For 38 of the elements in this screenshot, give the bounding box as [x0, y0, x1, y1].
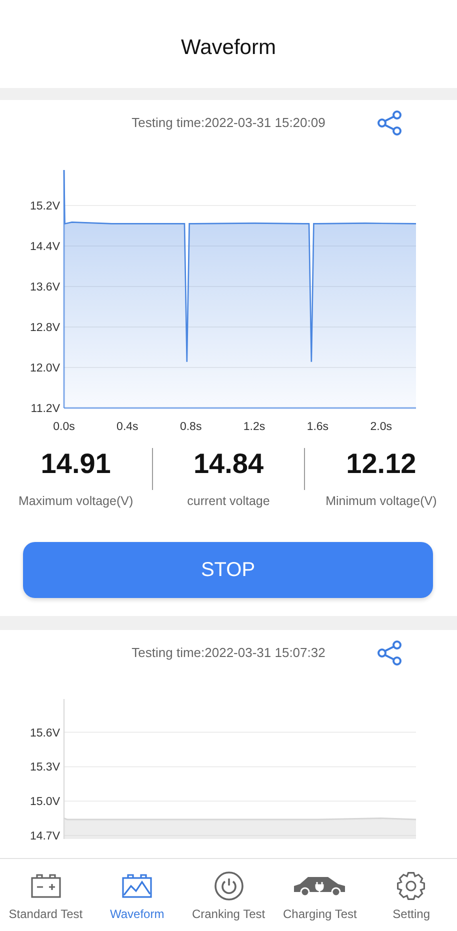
tick-label: 0.0s — [53, 421, 75, 433]
tick-label: 14.7V — [30, 830, 60, 843]
voltage-label: Maximum voltage(V) — [18, 493, 134, 510]
tick-label: 0.8s — [180, 421, 202, 433]
nav-tab[interactable]: Standard Test — [0, 859, 92, 931]
nav-tab[interactable]: Charging Test — [274, 859, 366, 931]
voltage-value: 14.91 — [40, 450, 111, 478]
share-icon[interactable] — [377, 110, 403, 136]
testing-time: Testing time:2022-03-31 15:07:32 — [132, 644, 326, 662]
tick-label: 12.8V — [30, 322, 60, 334]
tick-label: 14.4V — [30, 240, 60, 253]
voltage-label: current voltage — [187, 493, 270, 510]
voltage-value: 14.84 — [193, 450, 264, 478]
tick-label: 15.2V — [30, 200, 60, 212]
tick-label: 12.0V — [30, 362, 60, 374]
battery-icon — [30, 872, 62, 900]
voltage-value: 12.12 — [346, 450, 416, 478]
power-icon — [214, 871, 244, 901]
tick-label: 0.4s — [116, 421, 138, 433]
tick-label: 11.2V — [30, 403, 60, 415]
tick-label: 15.6V — [30, 727, 60, 740]
tick-label: 1.2s — [243, 421, 266, 433]
car-icon — [292, 874, 348, 898]
tick-label: 13.6V — [30, 281, 60, 294]
tick-label: 1.6s — [306, 421, 329, 433]
settings-icon — [396, 871, 426, 901]
testing-time: Testing time:2022-03-31 15:20:09 — [132, 114, 326, 132]
tick-label: 2.0s — [370, 421, 392, 433]
tick-label: 15.3V — [30, 762, 60, 774]
tick-label: 15.0V — [30, 796, 60, 808]
voltage-label: Minimum voltage(V) — [326, 493, 437, 510]
page-title: Waveform — [181, 35, 276, 62]
nav-tab[interactable]: Waveform — [91, 859, 183, 931]
waveform-icon — [121, 872, 154, 900]
nav-tab[interactable]: Cranking Test — [182, 859, 274, 931]
share-icon[interactable] — [377, 640, 403, 666]
stop-button[interactable]: STOP — [23, 542, 433, 598]
nav-tab[interactable]: Setting — [366, 859, 457, 931]
